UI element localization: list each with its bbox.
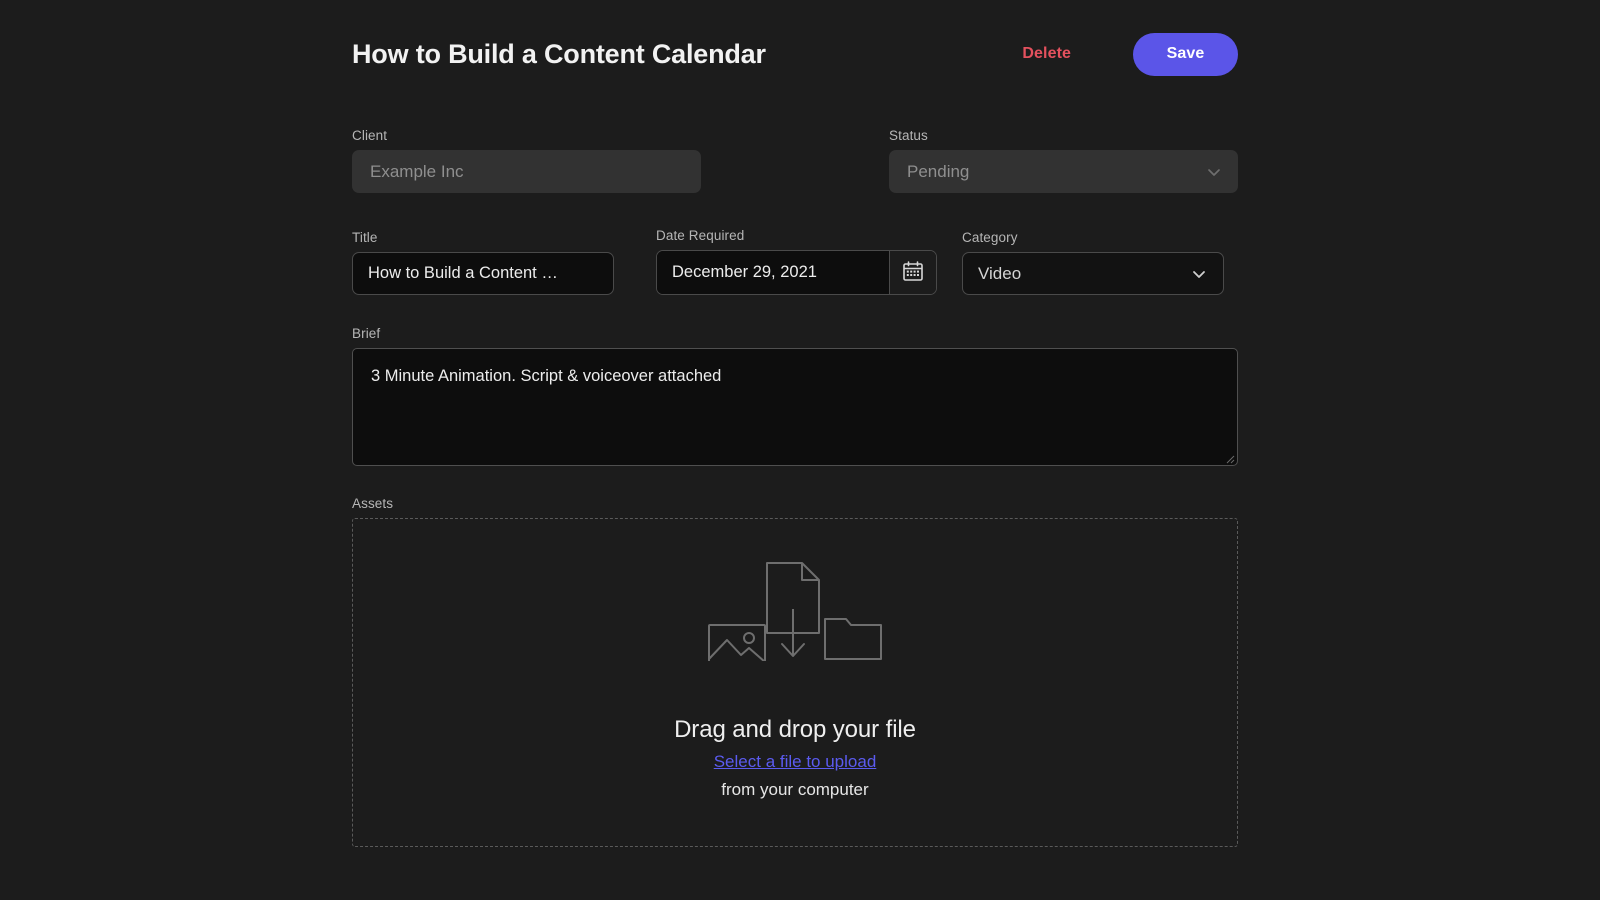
status-select[interactable]: Pending	[889, 150, 1238, 193]
select-file-link[interactable]: Select a file to upload	[714, 752, 877, 772]
status-value: Pending	[907, 161, 970, 181]
client-input[interactable]	[352, 150, 701, 193]
assets-label: Assets	[352, 496, 394, 511]
title-label: Title	[352, 230, 378, 245]
client-field-group: Client	[352, 128, 701, 193]
asset-dropzone[interactable]: Drag and drop your file Select a file to…	[352, 518, 1238, 847]
date-field-group: Date Required December 29, 2021	[656, 228, 937, 295]
title-input[interactable]: How to Build a Content …	[352, 252, 614, 295]
task-detail-panel: How to Build a Content Calendar Delete S…	[352, 0, 1238, 900]
brief-label: Brief	[352, 326, 381, 341]
status-label: Status	[889, 128, 928, 143]
dropzone-subtitle: from your computer	[721, 779, 869, 799]
dropzone-icon-group	[708, 561, 882, 668]
calendar-picker-button[interactable]	[889, 251, 936, 294]
assets-field-group: Assets Drag and drop your file Select a …	[352, 496, 1238, 847]
dropzone-title: Drag and drop your file	[674, 715, 916, 743]
brief-field-group: Brief	[352, 326, 1238, 466]
date-required-label: Date Required	[656, 228, 745, 243]
app-background: How to Build a Content Calendar Delete S…	[0, 0, 1600, 900]
title-field-group: Title How to Build a Content …	[352, 230, 614, 295]
title-date-category-row: Title How to Build a Content … Date Requ…	[352, 228, 1238, 295]
category-select[interactable]: Video	[962, 252, 1224, 295]
date-input-group: December 29, 2021	[656, 250, 937, 295]
panel-header: How to Build a Content Calendar Delete S…	[352, 28, 1238, 80]
client-status-row: Client Status Pending	[352, 128, 1238, 193]
category-value: Video	[978, 263, 1022, 283]
brief-textarea[interactable]	[352, 348, 1238, 466]
chevron-down-icon	[1206, 164, 1222, 180]
page-title: How to Build a Content Calendar	[352, 38, 766, 69]
header-actions: Delete Save	[1022, 32, 1238, 76]
client-label: Client	[352, 128, 388, 143]
image-icon	[708, 607, 766, 668]
category-label: Category	[962, 230, 1018, 245]
folder-icon	[824, 609, 882, 666]
chevron-down-icon	[1191, 266, 1207, 282]
save-button[interactable]: Save	[1133, 32, 1238, 76]
category-field-group: Category Video	[962, 230, 1224, 295]
file-download-icon	[760, 561, 826, 666]
calendar-icon	[901, 259, 925, 286]
status-field-group: Status Pending	[889, 128, 1238, 193]
date-required-input[interactable]: December 29, 2021	[657, 251, 889, 294]
delete-button[interactable]: Delete	[1022, 45, 1071, 63]
